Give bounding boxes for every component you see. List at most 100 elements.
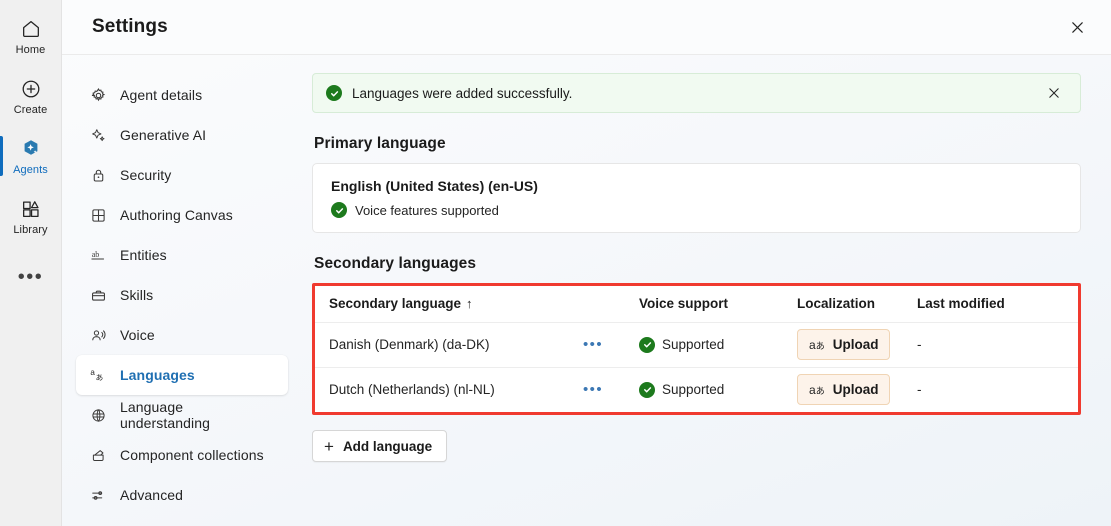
rail-item-library-label: Library [13,223,48,236]
cell-last-modified: - [917,382,922,398]
app-rail: Home Create Agents Library ••• [0,0,62,526]
sidebar-item-label: Component collections [120,447,264,463]
rail-item-create[interactable]: Create [0,66,62,126]
language-name: Danish (Denmark) (da-DK) [329,337,490,352]
sidebar-item-security[interactable]: Security [76,155,288,195]
close-icon [1049,88,1059,98]
row-overflow-menu-button[interactable]: ••• [583,382,603,397]
plus-circle-icon [19,77,43,101]
settings-body: Agent details Generative AI Security Aut… [62,55,1111,526]
sidebar-item-label: Advanced [120,487,184,503]
primary-language-status-label: Voice features supported [355,202,499,218]
column-header-last-modified[interactable]: Last modified [903,286,1078,323]
table-row: Dutch (Netherlands) (nl-NL) ••• Supporte… [315,367,1078,412]
sidebar-item-advanced[interactable]: Advanced [76,475,288,515]
languages-content: Languages were added successfully. Prima… [302,55,1111,526]
column-header-voice-support[interactable]: Voice support [625,286,783,323]
home-icon [19,17,43,41]
rail-item-home-label: Home [15,43,46,56]
sidebar-item-label: Generative AI [120,127,207,143]
primary-language-status: Voice features supported [331,202,1064,218]
voice-support-label: Supported [662,337,725,352]
voice-support-label: Supported [662,382,725,398]
cell-voice-support: Supported [625,322,783,368]
upload-button-label: Upload [832,337,879,352]
sidebar-item-authoring-canvas[interactable]: Authoring Canvas [76,195,288,235]
rail-item-home[interactable]: Home [0,6,62,66]
secondary-languages-heading: Secondary languages [314,255,477,272]
cell-localization: aあ Upload [783,367,903,412]
cell-language: Dutch (Netherlands) (nl-NL) ••• [315,367,625,412]
briefcase-icon [88,285,108,305]
settings-panel: Settings Agent details Generative AI Sec… [62,0,1111,526]
sidebar-item-label: Agent details [120,87,203,103]
settings-header: Settings [62,0,1111,55]
add-language-button[interactable]: + Add language [312,430,448,462]
add-language-label: Add language [342,438,433,454]
settings-nav: Agent details Generative AI Security Aut… [62,55,302,526]
success-banner: Languages were added successfully. [312,73,1081,113]
table-row: Danish (Denmark) (da-DK) ••• Supported a… [315,322,1078,368]
sidebar-item-agent-details[interactable]: Agent details [76,75,288,115]
upload-button-label: Upload [832,382,879,398]
success-check-icon [639,381,655,398]
close-settings-button[interactable] [1061,11,1093,43]
upload-localization-button[interactable]: aあ Upload [797,329,891,360]
lock-icon [88,165,108,185]
primary-language-name: English (United States) (en-US) [331,178,538,194]
language-glyph-icon: aあ [809,382,825,397]
globe-brain-icon [88,405,108,425]
rail-item-agents-label: Agents [13,163,48,176]
cell-language: Danish (Denmark) (da-DK) ••• [315,322,625,368]
language-glyph-icon: a あ [88,365,108,385]
upload-localization-button[interactable]: aあ Upload [797,374,891,406]
row-overflow-menu-button[interactable]: ••• [583,337,603,352]
svg-text:あ: あ [95,372,103,381]
sidebar-item-label: Language understanding [120,399,211,431]
success-banner-message: Languages were added successfully. [352,85,573,101]
sidebar-item-skills[interactable]: Skills [76,275,288,315]
sidebar-item-generative-ai[interactable]: Generative AI [76,115,288,155]
dismiss-banner-button[interactable] [1042,81,1066,105]
sidebar-item-language-understanding[interactable]: Language understanding [76,395,288,435]
settings-window: Home Create Agents Library ••• Settings … [0,0,1111,526]
rail-item-library[interactable]: Library [0,186,62,246]
primary-language-heading: Primary language [314,135,446,152]
column-header-label: Secondary language [329,296,462,312]
sort-ascending-icon: ↑ [466,296,473,312]
column-header-secondary-language[interactable]: Secondary language ↑ [315,286,625,323]
language-name: Dutch (Netherlands) (nl-NL) [329,382,495,398]
sidebar-item-label: Skills [120,287,154,303]
sidebar-item-label: Security [120,167,172,183]
cell-voice-support: Supported [625,367,783,412]
primary-language-card: English (United States) (en-US) Voice fe… [312,163,1081,233]
page-title: Settings [92,16,168,37]
rail-more-button[interactable]: ••• [0,254,62,300]
cell-localization: aあ Upload [783,322,903,368]
svg-text:ab: ab [92,250,100,259]
secondary-languages-table-highlight: Secondary language ↑ Voice support Locali… [312,283,1081,415]
sparkle-icon [88,125,108,145]
plus-icon: + [324,436,334,456]
sidebar-item-label: Authoring Canvas [120,207,233,223]
sidebar-item-component-collections[interactable]: Component collections [76,435,288,475]
sidebar-item-label: Voice [120,327,155,343]
sidebar-item-voice[interactable]: Voice [76,315,288,355]
agents-sparkle-icon [19,137,43,161]
sidebar-item-label: Languages [120,367,195,383]
rail-item-agents[interactable]: Agents [0,126,62,186]
sidebar-item-languages[interactable]: a あ Languages [76,355,288,395]
ab-text-icon: ab [88,245,108,265]
close-icon [1071,21,1083,33]
success-check-icon [639,336,655,353]
success-check-icon [331,202,347,218]
language-glyph-icon: aあ [809,337,825,352]
cell-last-modified: - [903,322,1078,368]
success-check-icon [326,85,342,101]
sidebar-item-label: Entities [120,247,167,263]
voice-person-icon [88,325,108,345]
rail-item-create-label: Create [13,103,48,116]
sliders-icon [88,485,108,505]
column-header-localization[interactable]: Localization [783,286,903,323]
sidebar-item-entities[interactable]: ab Entities [76,235,288,275]
